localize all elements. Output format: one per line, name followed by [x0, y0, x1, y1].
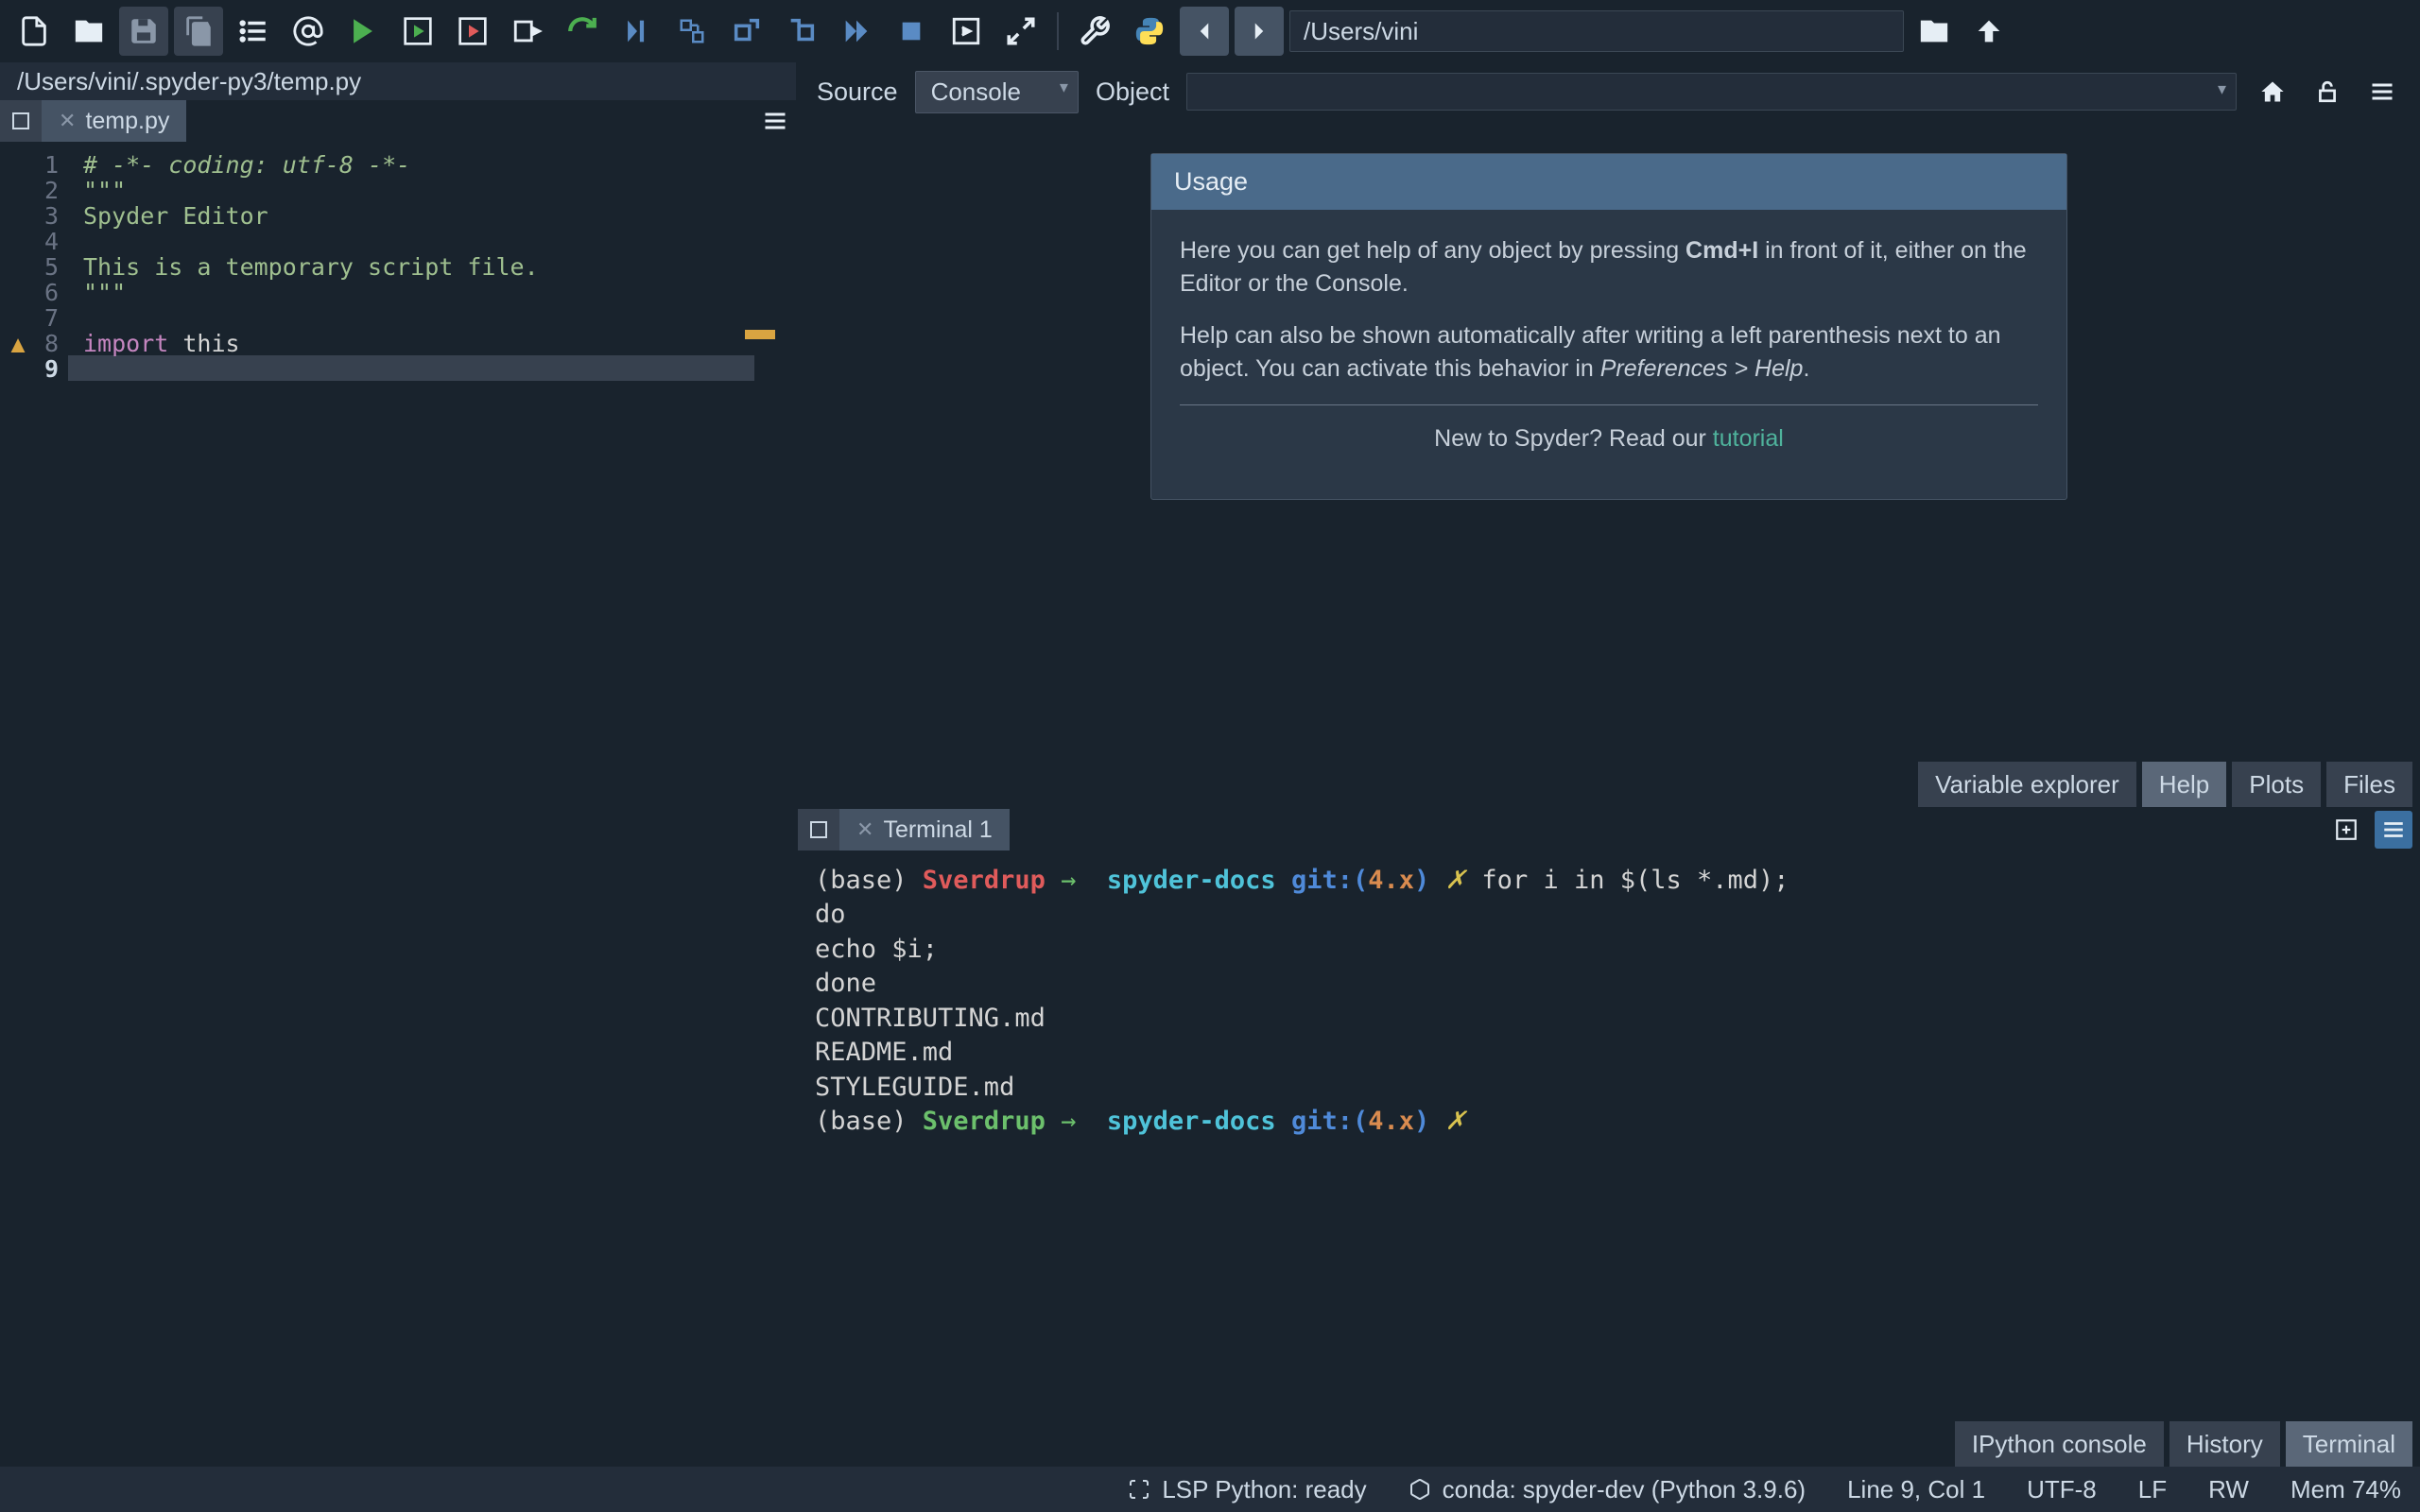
- working-dir-input[interactable]: [1289, 10, 1904, 52]
- terminal-tabbar: ✕ Terminal 1: [798, 809, 2420, 850]
- open-file-icon[interactable]: [64, 7, 113, 56]
- object-input[interactable]: [1186, 73, 2237, 111]
- at-icon[interactable]: [284, 7, 333, 56]
- terminal-browse-icon[interactable]: [798, 809, 839, 850]
- right-pane: Source Console Object Usage Here you can…: [798, 62, 2420, 1467]
- tab-ipython-console[interactable]: IPython console: [1955, 1421, 2164, 1467]
- run-cell-advance-icon[interactable]: [448, 7, 497, 56]
- tab-plots[interactable]: Plots: [2232, 762, 2321, 807]
- editor-body[interactable]: ▲ 123456789 # -*- coding: utf-8 -*- """ …: [0, 142, 796, 1467]
- tab-help[interactable]: Help: [2142, 762, 2226, 807]
- help-pane: Source Console Object Usage Here you can…: [798, 62, 2420, 809]
- close-terminal-icon[interactable]: ✕: [856, 817, 873, 842]
- debug-exit-icon[interactable]: [942, 7, 991, 56]
- toolbar-separator: [1057, 12, 1059, 50]
- terminal-tab-1[interactable]: ✕ Terminal 1: [839, 809, 1010, 850]
- source-combo[interactable]: Console: [915, 71, 1079, 113]
- editor-tab-temp[interactable]: ✕ temp.py: [42, 100, 186, 142]
- home-icon[interactable]: [2254, 73, 2291, 111]
- source-label: Source: [817, 77, 898, 107]
- parent-dir-icon[interactable]: [1964, 7, 2014, 56]
- help-options-icon[interactable]: [2363, 73, 2401, 111]
- terminal-pane: ✕ Terminal 1 (base) Sverdrup → spyder-do…: [798, 809, 2420, 1467]
- change-marker: [745, 330, 775, 339]
- run-icon[interactable]: [338, 7, 388, 56]
- rerun-icon[interactable]: [558, 7, 607, 56]
- status-lsp[interactable]: LSP Python: ready: [1128, 1475, 1366, 1504]
- usage-card: Usage Here you can get help of any objec…: [1150, 153, 2067, 500]
- run-selection-icon[interactable]: [503, 7, 552, 56]
- terminal-options-icon[interactable]: [2375, 811, 2412, 849]
- status-bar: LSP Python: ready conda: spyder-dev (Pyt…: [0, 1467, 2420, 1512]
- tutorial-link[interactable]: tutorial: [1713, 425, 1784, 452]
- new-terminal-icon[interactable]: [2327, 811, 2365, 849]
- usage-title: Usage: [1151, 154, 2066, 210]
- help-pane-tabs: Variable explorer Help Plots Files: [798, 762, 2420, 807]
- status-permissions[interactable]: RW: [2208, 1475, 2249, 1504]
- debug-cell-icon[interactable]: [667, 7, 717, 56]
- tab-files[interactable]: Files: [2326, 762, 2412, 807]
- editor-tabbar: ✕ temp.py: [0, 100, 796, 142]
- lock-icon[interactable]: [2308, 73, 2346, 111]
- save-icon[interactable]: [119, 7, 168, 56]
- status-cursor-pos[interactable]: Line 9, Col 1: [1847, 1475, 1985, 1504]
- main-split: /Users/vini/.spyder-py3/temp.py ✕ temp.p…: [0, 62, 2420, 1467]
- debug-step-in-icon[interactable]: [613, 7, 662, 56]
- debug-continue-icon[interactable]: [832, 7, 881, 56]
- forward-icon[interactable]: [1235, 7, 1284, 56]
- debug-step-into-icon[interactable]: [777, 7, 826, 56]
- tab-terminal[interactable]: Terminal: [2286, 1421, 2412, 1467]
- back-icon[interactable]: [1180, 7, 1229, 56]
- run-cell-icon[interactable]: [393, 7, 442, 56]
- debug-step-over-icon[interactable]: [722, 7, 771, 56]
- help-toolbar: Source Console Object: [798, 62, 2420, 121]
- status-eol[interactable]: LF: [2138, 1475, 2167, 1504]
- tab-variable-explorer[interactable]: Variable explorer: [1918, 762, 2136, 807]
- save-all-icon[interactable]: [174, 7, 223, 56]
- warning-icon: ▲: [4, 330, 32, 355]
- maximize-icon[interactable]: [996, 7, 1046, 56]
- terminal-tab-label: Terminal 1: [883, 816, 992, 844]
- terminal-body[interactable]: (base) Sverdrup → spyder-docs git:(4.x) …: [798, 850, 2420, 1421]
- status-conda[interactable]: conda: spyder-dev (Python 3.9.6): [1409, 1475, 1806, 1504]
- editor-options-icon[interactable]: [754, 100, 796, 142]
- status-encoding[interactable]: UTF-8: [2027, 1475, 2097, 1504]
- console-pane-tabs: IPython console History Terminal: [798, 1421, 2420, 1467]
- preferences-icon[interactable]: [1070, 7, 1119, 56]
- tab-browse-icon[interactable]: [0, 100, 42, 142]
- browse-dir-icon[interactable]: [1910, 7, 1959, 56]
- main-toolbar: [0, 0, 2420, 62]
- status-memory[interactable]: Mem 74%: [2290, 1475, 2401, 1504]
- object-label: Object: [1096, 77, 1169, 107]
- tab-history[interactable]: History: [2169, 1421, 2280, 1467]
- editor-pane: /Users/vini/.spyder-py3/temp.py ✕ temp.p…: [0, 62, 798, 1467]
- list-icon[interactable]: [229, 7, 278, 56]
- help-body: Usage Here you can get help of any objec…: [798, 121, 2420, 762]
- close-tab-icon[interactable]: ✕: [59, 109, 76, 133]
- stop-icon[interactable]: [887, 7, 936, 56]
- editor-path: /Users/vini/.spyder-py3/temp.py: [0, 62, 796, 100]
- python-path-icon[interactable]: [1125, 7, 1174, 56]
- line-gutter: 123456789: [32, 146, 68, 1463]
- tab-label: temp.py: [85, 108, 169, 135]
- new-file-icon[interactable]: [9, 7, 59, 56]
